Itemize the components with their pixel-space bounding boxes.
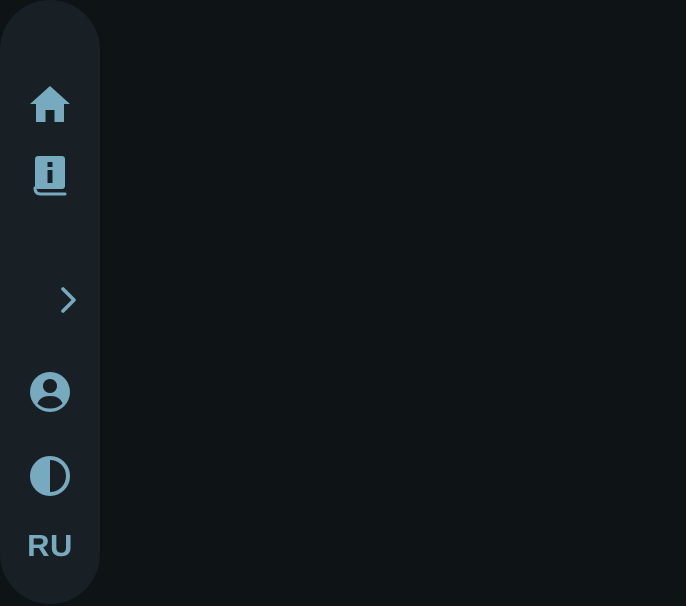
main-content-area: [0, 0, 686, 606]
language-label: RU: [27, 527, 73, 563]
account-button[interactable]: [22, 364, 78, 420]
language-switch-button[interactable]: RU: [22, 517, 78, 573]
chevron-right-icon: [58, 286, 78, 314]
info-book-icon: [32, 154, 68, 198]
home-icon: [29, 84, 71, 124]
account-circle-icon: [29, 371, 71, 413]
theme-toggle-button[interactable]: [22, 448, 78, 504]
contrast-icon: [29, 455, 71, 497]
home-button[interactable]: [22, 76, 78, 132]
expand-sidebar-button[interactable]: [40, 272, 96, 328]
info-button[interactable]: [22, 148, 78, 204]
sidebar: RU: [0, 0, 100, 604]
